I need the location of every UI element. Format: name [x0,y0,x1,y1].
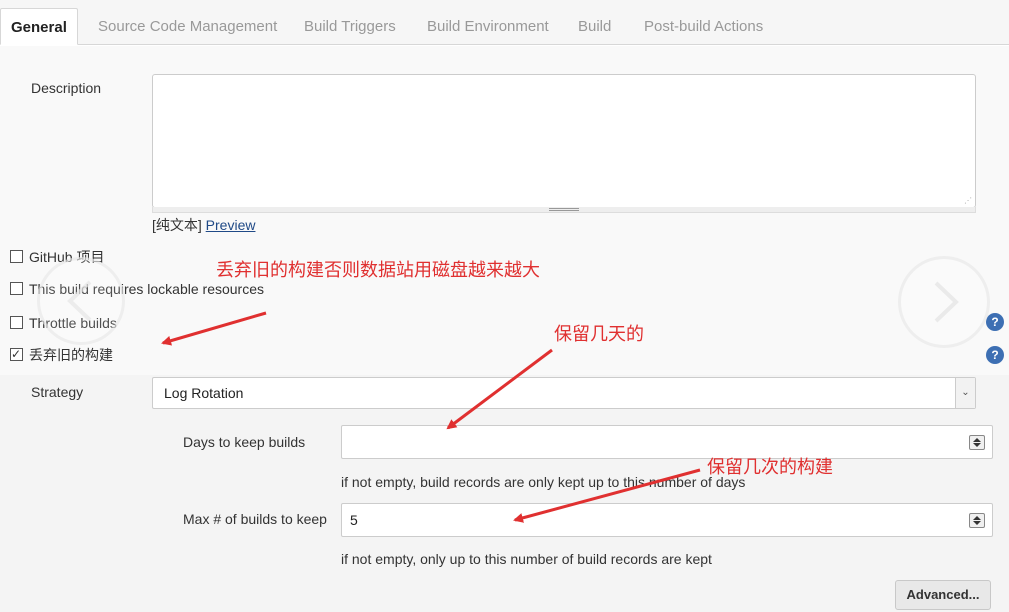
discard-old-builds-label: 丢弃旧的构建 [29,347,113,363]
number-spinner-icon[interactable] [969,513,985,528]
days-to-keep-input[interactable] [341,425,993,459]
lockable-resources-checkbox[interactable] [10,282,23,295]
tab-bar: General Source Code Management Build Tri… [0,0,1009,45]
description-resize-bar[interactable] [152,207,976,213]
help-icon[interactable]: ? [986,313,1004,331]
resize-handle-icon[interactable] [549,208,579,211]
github-project-checkbox[interactable] [10,250,23,263]
annotation-discard-note: 丢弃旧的构建否则数据站用磁盘越来越大 [216,260,540,280]
advanced-button[interactable]: Advanced... [895,580,991,610]
max-builds-hint: if not empty, only up to this number of … [341,551,712,567]
days-to-keep-label: Days to keep builds [183,434,306,450]
next-arrow-icon[interactable] [898,256,990,348]
description-label: Description [31,80,102,96]
tab-build-environment[interactable]: Build Environment [427,8,549,45]
tab-build[interactable]: Build [578,8,611,45]
description-format-row: [纯文本] Preview [152,215,255,235]
strategy-selected-value: Log Rotation [164,385,244,401]
throttle-builds-checkbox[interactable] [10,316,23,329]
chevron-down-icon[interactable]: ⌄ [955,378,975,408]
discard-old-builds-checkbox[interactable] [10,345,23,363]
help-icon[interactable]: ? [986,346,1004,364]
max-builds-label: Max # of builds to keep [183,511,327,527]
resize-grip-icon[interactable]: ⋰ [964,196,973,205]
max-builds-value: 5 [350,512,358,528]
number-spinner-icon[interactable] [969,435,985,450]
preview-link[interactable]: Preview [206,217,256,233]
tab-build-triggers[interactable]: Build Triggers [304,8,396,45]
tab-post-build-actions[interactable]: Post-build Actions [644,8,763,45]
strategy-select[interactable]: Log Rotation ⌄ [152,377,976,409]
max-builds-input[interactable]: 5 [341,503,993,537]
option-discard-old-builds[interactable]: 丢弃旧的构建 [10,345,113,364]
strategy-label: Strategy [31,384,84,400]
tab-general[interactable]: General [0,8,78,45]
annotation-days-note: 保留几天的 [554,324,644,344]
format-label: [纯文本] [152,217,202,233]
tab-source-code-management[interactable]: Source Code Management [98,8,277,45]
annotation-count-note: 保留几次的构建 [707,457,833,477]
description-textarea[interactable]: ⋰ [152,74,976,208]
days-to-keep-hint: if not empty, build records are only kep… [341,474,746,490]
previous-arrow-icon[interactable] [37,257,125,345]
discard-old-builds-section [0,375,1009,612]
